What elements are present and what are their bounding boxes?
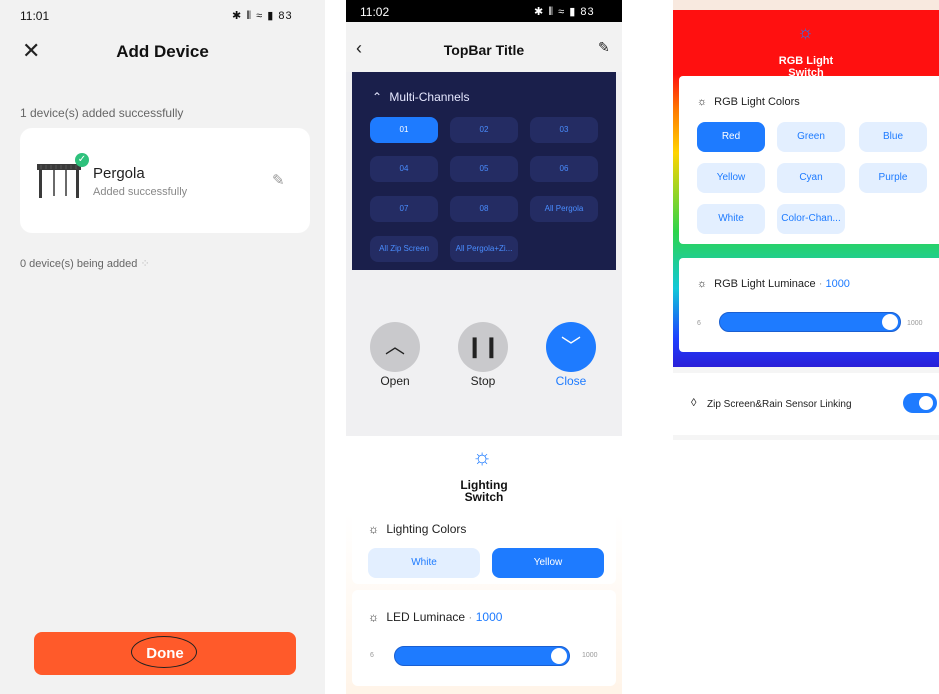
zip-rain-row: ◊ Zip Screen&Rain Sensor Linking (673, 373, 939, 435)
lighting-colors-title: ☼ Lighting Colors (368, 522, 466, 536)
channel-04[interactable]: 04 (370, 156, 438, 182)
rgb-light-screen: ☼ RGB Light Switch ☼ RGB Light Colors Re… (673, 0, 939, 440)
slider-max: 1000 (582, 652, 598, 659)
adding-count-text: 0 device(s) being added ⁘ (20, 257, 150, 270)
sun-small-icon: ☼ (368, 610, 379, 624)
status-time: 11:02 (360, 5, 390, 19)
rgb-colors-title: ☼ RGB Light Colors (697, 96, 800, 108)
rgb-color-blue[interactable]: Blue (859, 122, 927, 152)
chevron-down-icon: ﹀ (561, 336, 581, 358)
done-label: Done (146, 645, 184, 662)
channel-07[interactable]: 07 (370, 196, 438, 222)
rgb-color-white[interactable]: White (697, 204, 765, 234)
channel-06[interactable]: 06 (530, 156, 598, 182)
status-bar: 11:02 ✱ ⦀ ≈ ▮ 83 (346, 0, 622, 22)
rgb-color-yellow[interactable]: Yellow (697, 163, 765, 193)
channel-05[interactable]: 05 (450, 156, 518, 182)
done-button[interactable]: Done (34, 632, 296, 675)
multi-channels-label: Multi-Channels (389, 90, 470, 104)
sun-small-icon: ☼ (368, 522, 379, 536)
led-luminance-label: LED Luminace (386, 610, 466, 624)
channel-03[interactable]: 03 (530, 117, 598, 143)
open-label: Open (380, 374, 410, 388)
rgb-luminance-value: 1000 (825, 278, 850, 290)
drop-icon: ◊ (691, 397, 697, 409)
device-status: Added successfully (93, 186, 188, 198)
rgb-sun-icon[interactable]: ☼ (797, 22, 814, 43)
rgb-color-green[interactable]: Green (777, 122, 845, 152)
lighting-colors-label: Lighting Colors (386, 522, 467, 536)
channel-02[interactable]: 02 (450, 117, 518, 143)
device-name: Pergola (93, 165, 145, 182)
multi-channels-panel: ⌃ Multi-Channels 01 02 03 04 05 06 07 08… (352, 72, 616, 270)
channel-all-pergola[interactable]: All Pergola (530, 196, 598, 222)
color-option-yellow[interactable]: Yellow (492, 548, 604, 578)
check-icon: ✓ (75, 153, 89, 167)
slider-min: 6 (697, 320, 701, 327)
channel-all-pergola-zip[interactable]: All Pergola+Zi... (450, 236, 518, 262)
adding-count-label: 0 device(s) being added (20, 258, 138, 270)
channel-08[interactable]: 08 (450, 196, 518, 222)
led-luminance-title: ☼ LED Luminace · 1000 (368, 610, 503, 624)
rgb-colors-card: ☼ RGB Light Colors Red Green Blue Yellow… (679, 76, 939, 244)
slider-max: 1000 (907, 320, 923, 327)
status-icons: ✱ ⦀ ≈ ▮ 83 (232, 10, 293, 22)
spinner-icon: ⁘ (140, 258, 150, 270)
topbar-title: TopBar Title (443, 42, 525, 58)
rgb-colors-label: RGB Light Colors (714, 96, 800, 108)
sun-icon: ☼ (472, 444, 493, 469)
channel-01[interactable]: 01 (370, 117, 438, 143)
rgb-color-purple[interactable]: Purple (859, 163, 927, 193)
add-device-screen: 11:01 ✱ ⦀ ≈ ▮ 83 ✕ Add Device 1 device(s… (0, 0, 325, 694)
slider-handle[interactable] (551, 648, 567, 664)
expand-icon[interactable]: ⌃ (372, 90, 382, 104)
rgb-color-red[interactable]: Red (697, 122, 765, 152)
top-bar: ‹ TopBar Title ✎ (346, 22, 622, 72)
sun-small-icon: ☼ (697, 278, 708, 290)
lighting-colors-card: ☼ Lighting Colors White Yellow (352, 506, 616, 584)
status-icons: ✱ ⦀ ≈ ▮ 83 (534, 6, 595, 18)
close-label: Close (555, 374, 587, 388)
rgb-luminance-title: ☼ RGB Light Luminace · 1000 (697, 278, 850, 290)
close-button[interactable]: ﹀ (546, 322, 596, 372)
led-luminance-card: ☼ LED Luminace · 1000 6 1000 (352, 590, 616, 686)
rgb-color-change[interactable]: Color-Chan... (777, 204, 845, 234)
toggle-knob (919, 396, 933, 410)
channel-all-zip-screen[interactable]: All Zip Screen (370, 236, 438, 262)
top-strip (673, 0, 939, 10)
open-button[interactable]: ︿ (370, 322, 420, 372)
led-luminance-value: 1000 (475, 610, 503, 624)
device-control-screen: 11:02 ✱ ⦀ ≈ ▮ 83 ‹ TopBar Title ✎ ⌃ Mult… (346, 0, 622, 694)
slider-min: 6 (370, 652, 374, 659)
zip-rain-toggle[interactable] (903, 393, 937, 413)
edit-icon[interactable]: ✎ (598, 39, 610, 56)
pause-icon: ❙❙ (466, 336, 500, 358)
rgb-luminance-card: ☼ RGB Light Luminace · 1000 6 1000 (679, 258, 939, 352)
status-time: 11:01 (20, 9, 50, 23)
color-option-white[interactable]: White (368, 548, 480, 578)
rgb-luminance-slider[interactable] (719, 312, 901, 332)
status-bar: 11:01 ✱ ⦀ ≈ ▮ 83 (0, 0, 325, 30)
lighting-switch-label: Lighting Switch (440, 479, 528, 503)
rgb-luminance-label: RGB Light Luminace (714, 278, 816, 290)
added-count-text: 1 device(s) added successfully (20, 106, 184, 120)
rgb-color-cyan[interactable]: Cyan (777, 163, 845, 193)
led-luminance-slider[interactable] (394, 646, 570, 666)
sun-small-icon: ☼ (697, 96, 708, 108)
edit-icon[interactable]: ✎ (272, 171, 285, 189)
stop-button[interactable]: ❙❙ (458, 322, 508, 372)
lighting-switch-text: Lighting Switch (460, 478, 508, 504)
zip-rain-label: Zip Screen&Rain Sensor Linking (707, 399, 852, 410)
device-card[interactable]: ✓ Pergola Added successfully ✎ (20, 128, 310, 233)
chevron-up-icon: ︿ (385, 336, 405, 358)
multi-channels-title: ⌃ Multi-Channels (372, 90, 469, 104)
page-title: Add Device (116, 42, 209, 61)
slider-handle[interactable] (882, 314, 898, 330)
stop-label: Stop (470, 374, 496, 388)
